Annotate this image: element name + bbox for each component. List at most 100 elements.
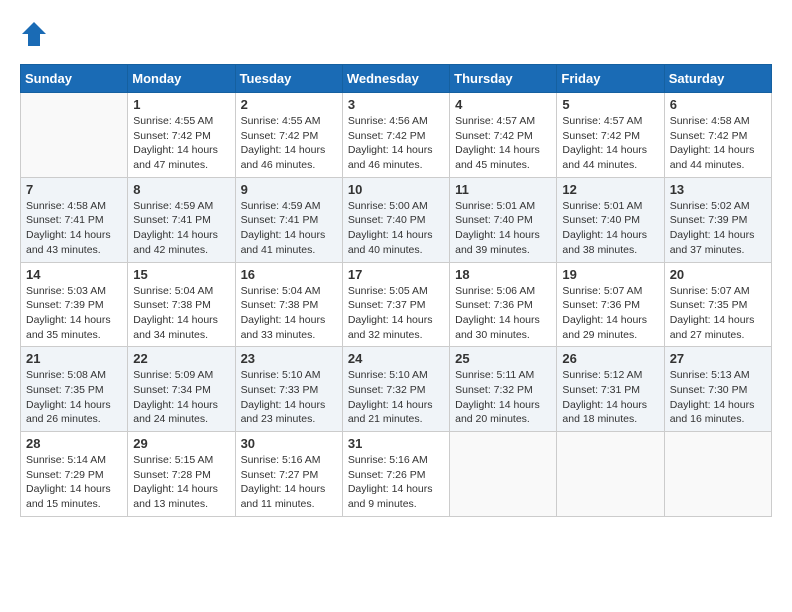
calendar-cell: 11 Sunrise: 5:01 AMSunset: 7:40 PMDayligh… [450,177,557,262]
calendar-week-row: 14 Sunrise: 5:03 AMSunset: 7:39 PMDayligh… [21,262,772,347]
day-number: 23 [241,351,337,366]
day-number: 19 [562,267,658,282]
column-header-monday: Monday [128,65,235,93]
day-info: Sunrise: 5:01 AMSunset: 7:40 PMDaylight:… [455,199,551,258]
day-number: 21 [26,351,122,366]
calendar-cell: 22 Sunrise: 5:09 AMSunset: 7:34 PMDayligh… [128,347,235,432]
column-header-saturday: Saturday [664,65,771,93]
day-number: 22 [133,351,229,366]
column-header-tuesday: Tuesday [235,65,342,93]
day-info: Sunrise: 5:16 AMSunset: 7:26 PMDaylight:… [348,453,444,512]
calendar-cell: 7Sunrise: 4:58 AMSunset: 7:41 PMDaylight… [21,177,128,262]
day-number: 7 [26,182,122,197]
day-info: Sunrise: 5:10 AMSunset: 7:33 PMDaylight:… [241,368,337,427]
day-number: 29 [133,436,229,451]
day-info: Sunrise: 5:11 AMSunset: 7:32 PMDaylight:… [455,368,551,427]
day-info: Sunrise: 5:05 AMSunset: 7:37 PMDaylight:… [348,284,444,343]
day-number: 13 [670,182,766,197]
day-number: 12 [562,182,658,197]
day-info: Sunrise: 5:02 AMSunset: 7:39 PMDaylight:… [670,199,766,258]
calendar-cell: 1Sunrise: 4:55 AMSunset: 7:42 PMDaylight… [128,93,235,178]
calendar-cell: 29 Sunrise: 5:15 AMSunset: 7:28 PMDayligh… [128,432,235,517]
day-number: 24 [348,351,444,366]
day-info: Sunrise: 5:10 AMSunset: 7:32 PMDaylight:… [348,368,444,427]
day-info: Sunrise: 4:59 AMSunset: 7:41 PMDaylight:… [241,199,337,258]
calendar-cell [450,432,557,517]
day-number: 9 [241,182,337,197]
calendar-cell [21,93,128,178]
day-number: 5 [562,97,658,112]
calendar-cell: 17 Sunrise: 5:05 AMSunset: 7:37 PMDayligh… [342,262,449,347]
calendar-cell: 2 Sunrise: 4:55 AMSunset: 7:42 PMDaylight… [235,93,342,178]
calendar-cell: 20Sunrise: 5:07 AMSunset: 7:35 PMDayligh… [664,262,771,347]
calendar-cell: 13 Sunrise: 5:02 AMSunset: 7:39 PMDayligh… [664,177,771,262]
calendar-cell: 9 Sunrise: 4:59 AMSunset: 7:41 PMDaylight… [235,177,342,262]
column-header-wednesday: Wednesday [342,65,449,93]
calendar-cell: 4Sunrise: 4:57 AMSunset: 7:42 PMDaylight… [450,93,557,178]
day-number: 14 [26,267,122,282]
calendar-cell: 19 Sunrise: 5:07 AMSunset: 7:36 PMDayligh… [557,262,664,347]
day-number: 10 [348,182,444,197]
day-info: Sunrise: 5:04 AMSunset: 7:38 PMDaylight:… [133,284,229,343]
day-number: 20 [670,267,766,282]
day-info: Sunrise: 4:55 AMSunset: 7:42 PMDaylight:… [241,114,337,173]
day-number: 27 [670,351,766,366]
day-number: 25 [455,351,551,366]
day-number: 3 [348,97,444,112]
calendar-cell: 30 Sunrise: 5:16 AMSunset: 7:27 PMDayligh… [235,432,342,517]
calendar-cell: 23 Sunrise: 5:10 AMSunset: 7:33 PMDayligh… [235,347,342,432]
day-info: Sunrise: 5:06 AMSunset: 7:36 PMDaylight:… [455,284,551,343]
column-header-thursday: Thursday [450,65,557,93]
day-number: 30 [241,436,337,451]
calendar-cell: 18 Sunrise: 5:06 AMSunset: 7:36 PMDayligh… [450,262,557,347]
day-info: Sunrise: 4:55 AMSunset: 7:42 PMDaylight:… [133,114,229,173]
day-info: Sunrise: 5:16 AMSunset: 7:27 PMDaylight:… [241,453,337,512]
day-number: 2 [241,97,337,112]
day-number: 31 [348,436,444,451]
calendar-cell: 26 Sunrise: 5:12 AMSunset: 7:31 PMDayligh… [557,347,664,432]
day-info: Sunrise: 5:14 AMSunset: 7:29 PMDaylight:… [26,453,122,512]
calendar-cell: 27 Sunrise: 5:13 AMSunset: 7:30 PMDayligh… [664,347,771,432]
day-info: Sunrise: 5:07 AMSunset: 7:36 PMDaylight:… [562,284,658,343]
calendar-table: SundayMondayTuesdayWednesdayThursdayFrid… [20,64,772,517]
calendar-cell: 24 Sunrise: 5:10 AMSunset: 7:32 PMDayligh… [342,347,449,432]
calendar-cell: 5Sunrise: 4:57 AMSunset: 7:42 PMDaylight… [557,93,664,178]
day-info: Sunrise: 5:13 AMSunset: 7:30 PMDaylight:… [670,368,766,427]
day-number: 4 [455,97,551,112]
calendar-week-row: 1Sunrise: 4:55 AMSunset: 7:42 PMDaylight… [21,93,772,178]
calendar-week-row: 28Sunrise: 5:14 AMSunset: 7:29 PMDayligh… [21,432,772,517]
calendar-cell: 21 Sunrise: 5:08 AMSunset: 7:35 PMDayligh… [21,347,128,432]
day-info: Sunrise: 5:09 AMSunset: 7:34 PMDaylight:… [133,368,229,427]
day-number: 26 [562,351,658,366]
calendar-cell: 3 Sunrise: 4:56 AMSunset: 7:42 PMDaylight… [342,93,449,178]
day-info: Sunrise: 4:58 AMSunset: 7:42 PMDaylight:… [670,114,766,173]
calendar-cell: 28Sunrise: 5:14 AMSunset: 7:29 PMDayligh… [21,432,128,517]
day-info: Sunrise: 5:04 AMSunset: 7:38 PMDaylight:… [241,284,337,343]
calendar-cell [557,432,664,517]
calendar-week-row: 21 Sunrise: 5:08 AMSunset: 7:35 PMDayligh… [21,347,772,432]
calendar-cell: 14 Sunrise: 5:03 AMSunset: 7:39 PMDayligh… [21,262,128,347]
day-number: 18 [455,267,551,282]
logo-icon [20,20,48,48]
calendar-cell: 6 Sunrise: 4:58 AMSunset: 7:42 PMDaylight… [664,93,771,178]
day-number: 17 [348,267,444,282]
calendar-cell: 8Sunrise: 4:59 AMSunset: 7:41 PMDaylight… [128,177,235,262]
day-info: Sunrise: 5:00 AMSunset: 7:40 PMDaylight:… [348,199,444,258]
column-header-friday: Friday [557,65,664,93]
day-info: Sunrise: 5:08 AMSunset: 7:35 PMDaylight:… [26,368,122,427]
day-number: 6 [670,97,766,112]
calendar-week-row: 7Sunrise: 4:58 AMSunset: 7:41 PMDaylight… [21,177,772,262]
logo [20,20,52,48]
calendar-cell: 10 Sunrise: 5:00 AMSunset: 7:40 PMDayligh… [342,177,449,262]
day-info: Sunrise: 5:03 AMSunset: 7:39 PMDaylight:… [26,284,122,343]
calendar-header-row: SundayMondayTuesdayWednesdayThursdayFrid… [21,65,772,93]
day-info: Sunrise: 4:56 AMSunset: 7:42 PMDaylight:… [348,114,444,173]
calendar-cell: 16 Sunrise: 5:04 AMSunset: 7:38 PMDayligh… [235,262,342,347]
calendar-cell: 25 Sunrise: 5:11 AMSunset: 7:32 PMDayligh… [450,347,557,432]
page-header [20,20,772,48]
day-number: 16 [241,267,337,282]
day-number: 11 [455,182,551,197]
day-info: Sunrise: 5:12 AMSunset: 7:31 PMDaylight:… [562,368,658,427]
day-info: Sunrise: 5:01 AMSunset: 7:40 PMDaylight:… [562,199,658,258]
day-info: Sunrise: 5:15 AMSunset: 7:28 PMDaylight:… [133,453,229,512]
